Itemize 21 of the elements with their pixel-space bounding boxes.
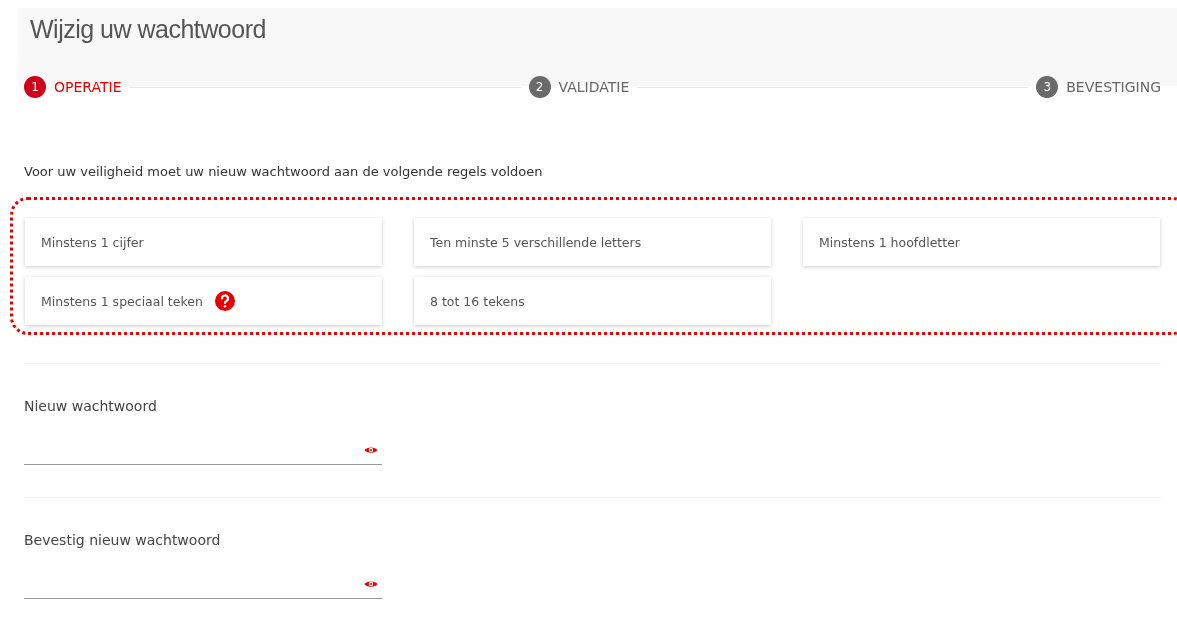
field-label: Bevestig nieuw wachtwoord — [24, 532, 222, 548]
step-label: VALIDATIE — [558, 79, 630, 95]
step-tab[interactable]: 1 OPERATIE — [24, 76, 122, 98]
step-tab[interactable]: 3 BEVESTIGING — [1036, 76, 1161, 98]
eye-icon[interactable] — [364, 445, 378, 455]
step-number: 3 — [1036, 76, 1059, 98]
step-label: BEVESTIGING — [1066, 79, 1161, 95]
rules-intro: Voor uw veiligheid moet uw nieuw wachtwoord aan de volgende regels voldoen — [24, 164, 544, 179]
rule-text: Ten minste 5 verschillende letters — [430, 234, 642, 250]
rule-text: Minstens 1 speciaal teken — [41, 293, 203, 309]
field-label: Nieuw wachtwoord — [24, 398, 158, 414]
eye-icon[interactable] — [364, 579, 378, 589]
step-number: 2 — [528, 76, 551, 98]
step-tab[interactable]: 2 VALIDATIE — [528, 76, 630, 98]
rule-text: Minstens 1 hoofdletter — [819, 234, 960, 250]
page-title: Wijzig uw wachtwoord — [29, 14, 267, 44]
step-number: 1 — [24, 76, 46, 98]
help-icon[interactable] — [214, 291, 235, 311]
rule-text: Minstens 1 cijfer — [41, 234, 144, 250]
step-label: OPERATIE — [54, 79, 122, 95]
rule-text: 8 tot 16 tekens — [430, 293, 525, 309]
